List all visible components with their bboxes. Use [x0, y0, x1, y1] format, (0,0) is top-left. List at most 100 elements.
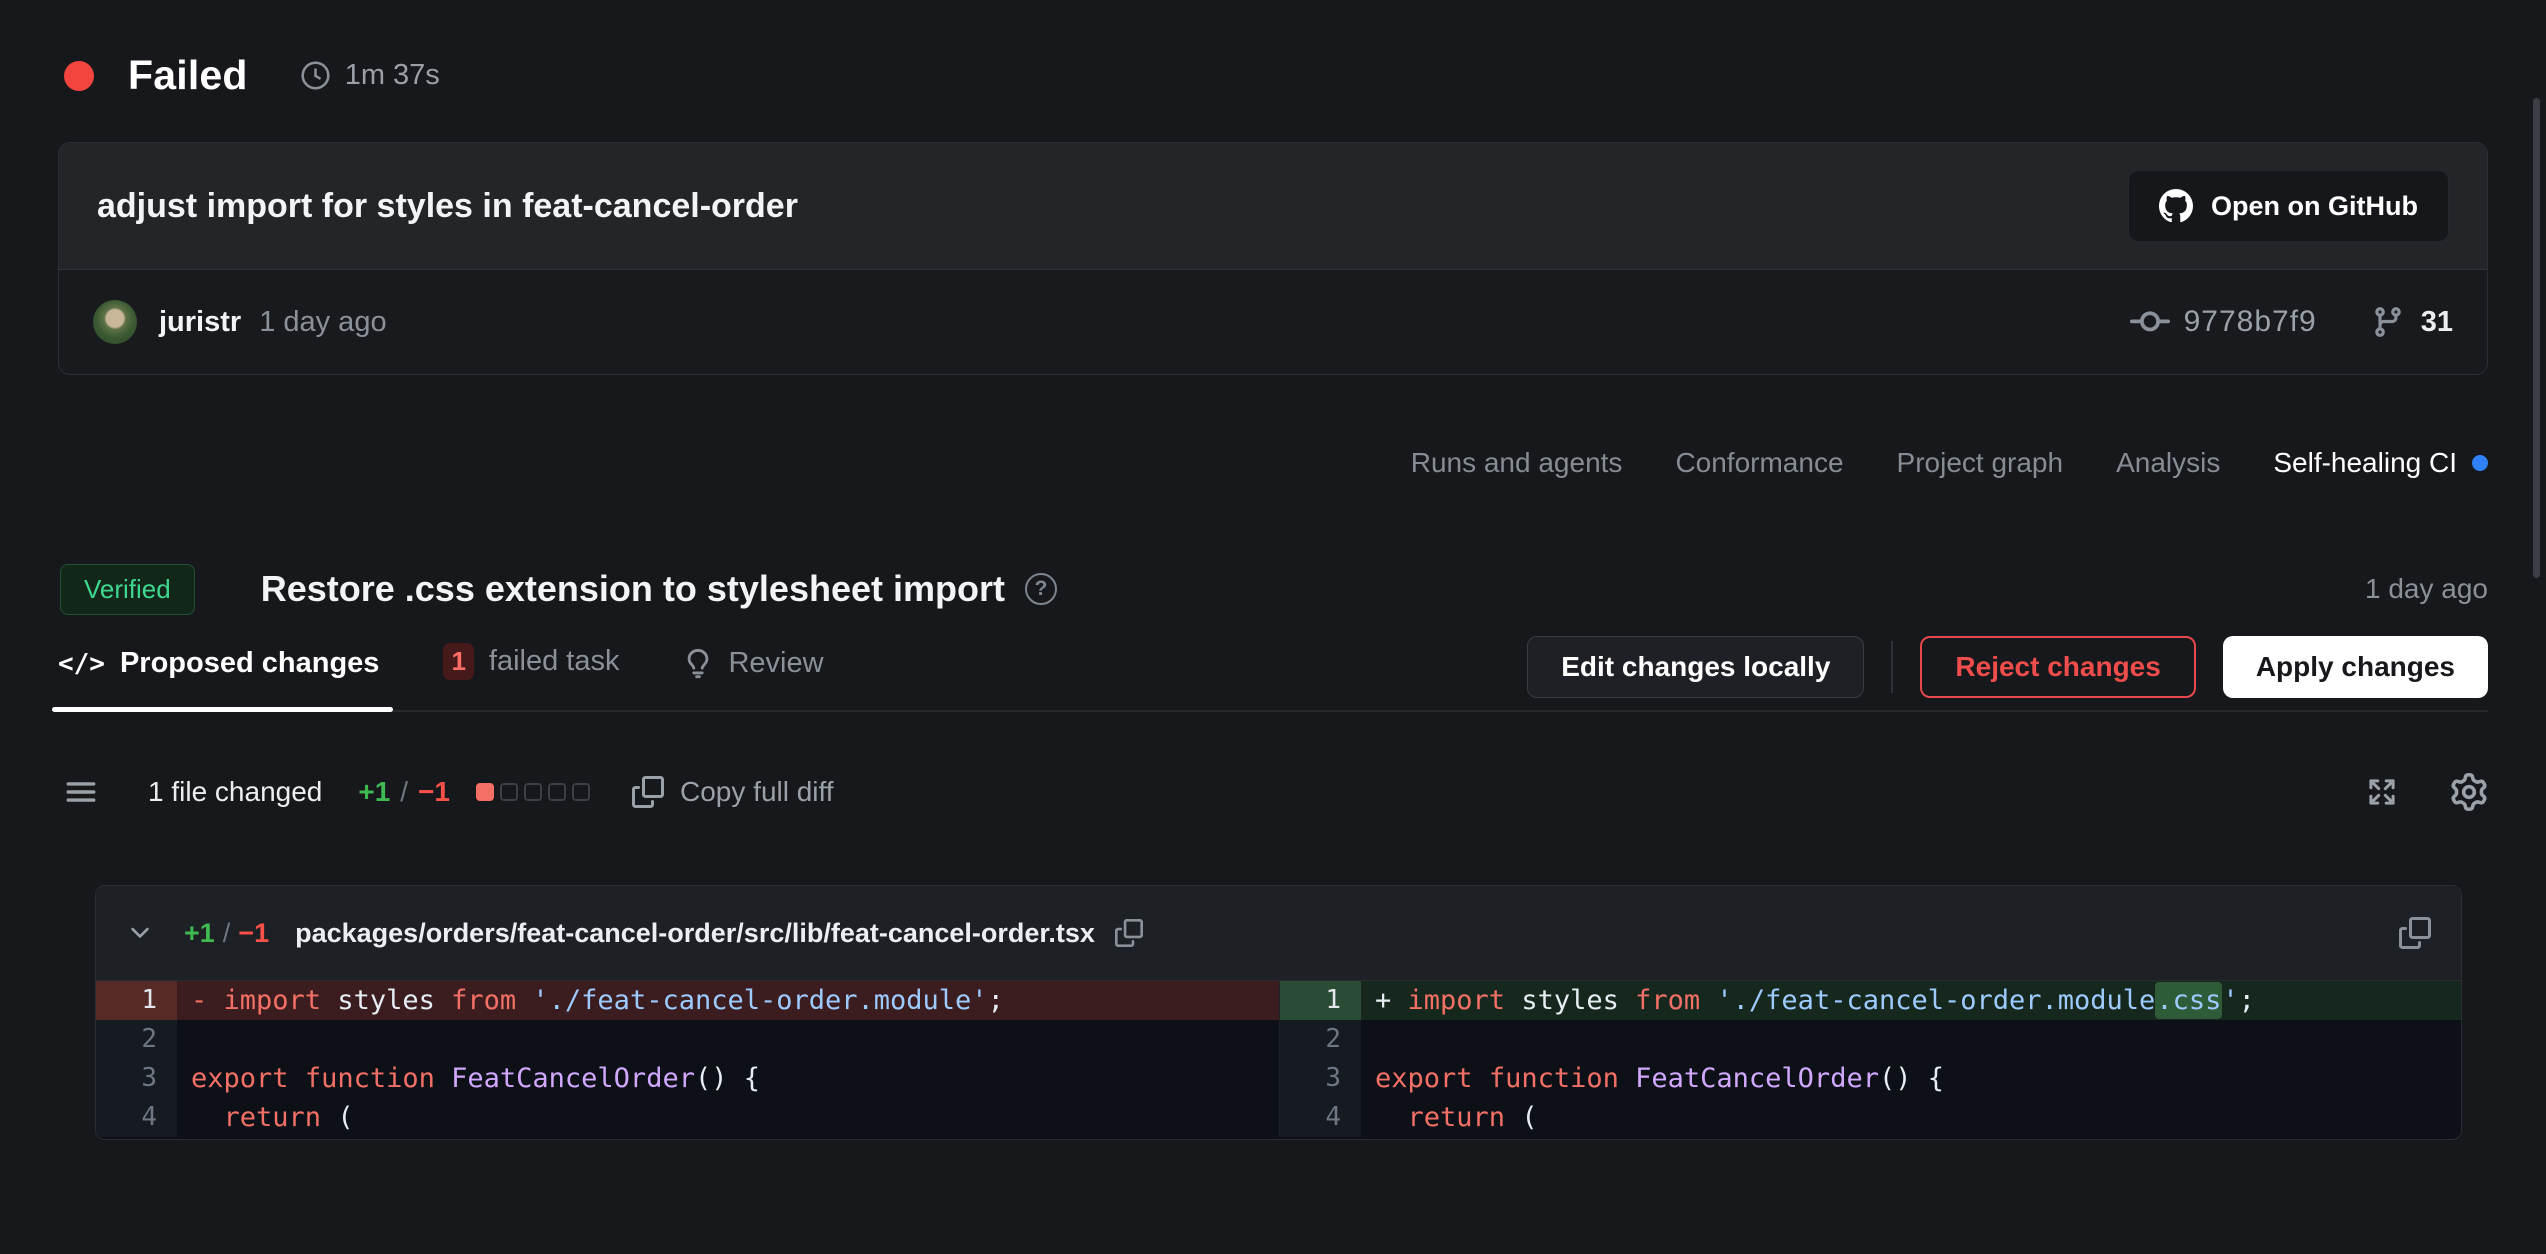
- commit-card-header: adjust import for styles in feat-cancel-…: [59, 143, 2487, 270]
- diff-line: 4 return (: [1280, 1098, 2461, 1137]
- file-slash: /: [223, 918, 231, 949]
- open-on-github-label: Open on GitHub: [2211, 191, 2418, 222]
- settings-gear-icon[interactable]: [2450, 773, 2488, 811]
- commit-time-ago: 1 day ago: [259, 306, 386, 339]
- diffstat-squares: [476, 783, 590, 801]
- branch-count[interactable]: 31: [2421, 306, 2453, 339]
- diff-file-panel: +1 / −1 packages/orders/feat-cancel-orde…: [95, 885, 2462, 1140]
- diffstat-square: [500, 783, 518, 801]
- line-number: 2: [96, 1020, 177, 1059]
- diff-pane-old: 1- import styles from './feat-cancel-ord…: [96, 981, 1279, 1137]
- commit-hash[interactable]: 9778b7f9: [2184, 305, 2317, 339]
- lightbulb-icon: [683, 649, 713, 679]
- diffstat-square: [476, 783, 494, 801]
- notification-dot-icon: [2472, 455, 2488, 471]
- diff-line: 2: [1280, 1020, 2461, 1059]
- code-text: return (: [1361, 1098, 2461, 1137]
- code-text: export function FeatCancelOrder() {: [177, 1059, 1279, 1098]
- clipboard-icon: [632, 776, 664, 808]
- diff-line: 4 return (: [96, 1098, 1279, 1137]
- failed-count-badge: 1: [443, 643, 473, 680]
- diff-line: 3export function FeatCancelOrder() {: [96, 1059, 1279, 1098]
- code-text: [1361, 1020, 2461, 1059]
- scrollbar-thumb[interactable]: [2533, 98, 2540, 578]
- line-number: 4: [1280, 1098, 1361, 1137]
- chevron-down-icon[interactable]: [126, 919, 154, 947]
- avatar: [93, 300, 137, 344]
- file-deletions: −1: [238, 918, 269, 949]
- additions-count: +1: [358, 776, 390, 808]
- diff-toolbar: 1 file changed +1 / −1 Copy full diff: [64, 766, 2488, 818]
- run-status-row: Failed 1m 37s: [64, 52, 440, 99]
- fix-title: Restore .css extension to stylesheet imp…: [261, 568, 1005, 610]
- tabs-row: </> Proposed changes 1 failed task Revie…: [58, 636, 2488, 712]
- reject-changes-button[interactable]: Reject changes: [1920, 636, 2195, 698]
- clock-icon: [300, 60, 331, 91]
- line-number: 4: [96, 1098, 177, 1137]
- fix-time-ago: 1 day ago: [2365, 573, 2488, 605]
- github-icon: [2159, 189, 2193, 223]
- tab-failed-task[interactable]: 1 failed task: [443, 643, 619, 710]
- actions-divider: [1891, 641, 1893, 693]
- verified-badge: Verified: [60, 564, 195, 615]
- diffstat-square: [548, 783, 566, 801]
- diffstat-square: [572, 783, 590, 801]
- diffstat-square: [524, 783, 542, 801]
- code-icon: </>: [58, 649, 105, 679]
- status-failed-dot-icon: [64, 61, 94, 91]
- tab-label: failed task: [489, 645, 620, 678]
- git-branch-icon: [2371, 305, 2405, 339]
- commit-card-meta: juristr 1 day ago 9778b7f9 31: [59, 270, 2487, 374]
- open-on-github-button[interactable]: Open on GitHub: [2128, 170, 2449, 242]
- run-status-label: Failed: [128, 52, 248, 99]
- nav-item-analysis[interactable]: Analysis: [2116, 447, 2220, 479]
- files-changed-label: 1 file changed: [148, 776, 322, 808]
- slash-separator: /: [400, 776, 408, 808]
- nav-item-self-healing-ci[interactable]: Self-healing CI: [2273, 447, 2488, 479]
- line-number: 1: [96, 981, 177, 1020]
- fix-header: Verified Restore .css extension to style…: [60, 558, 2488, 620]
- diff-line: 1- import styles from './feat-cancel-ord…: [96, 981, 1279, 1020]
- apply-changes-button[interactable]: Apply changes: [2223, 636, 2488, 698]
- copy-full-diff-button[interactable]: Copy full diff: [632, 776, 834, 808]
- commit-title: adjust import for styles in feat-cancel-…: [97, 187, 798, 226]
- file-list-menu-icon[interactable]: [64, 775, 98, 809]
- file-additions: +1: [184, 918, 215, 949]
- line-number: 3: [96, 1059, 177, 1098]
- diff-line: 2: [96, 1020, 1279, 1059]
- diff-tool-icons: [2364, 773, 2488, 811]
- nav-item-runs-and-agents[interactable]: Runs and agents: [1411, 447, 1623, 479]
- code-text: return (: [177, 1098, 1279, 1137]
- nav-item-conformance[interactable]: Conformance: [1675, 447, 1843, 479]
- help-icon[interactable]: ?: [1025, 573, 1057, 605]
- copy-path-button[interactable]: [1115, 919, 1143, 947]
- nav-item-project-graph[interactable]: Project graph: [1897, 447, 2064, 479]
- diff-file-header: +1 / −1 packages/orders/feat-cancel-orde…: [96, 886, 2461, 981]
- copy-full-diff-label: Copy full diff: [680, 776, 834, 808]
- commit-card: adjust import for styles in feat-cancel-…: [58, 142, 2488, 375]
- nav-item-label: Self-healing CI: [2273, 447, 2457, 479]
- code-text: - import styles from './feat-cancel-orde…: [177, 981, 1279, 1020]
- tab-review[interactable]: Review: [683, 647, 823, 710]
- copy-icon: [1115, 919, 1143, 947]
- line-number: 3: [1280, 1059, 1361, 1098]
- tab-label: Proposed changes: [120, 647, 379, 680]
- line-number: 1: [1280, 981, 1361, 1020]
- code-text: + import styles from './feat-cancel-orde…: [1361, 981, 2461, 1020]
- run-duration: 1m 37s: [345, 59, 440, 92]
- edit-changes-locally-button[interactable]: Edit changes locally: [1527, 636, 1864, 698]
- diff-line: 1+ import styles from './feat-cancel-ord…: [1280, 981, 2461, 1020]
- file-path: packages/orders/feat-cancel-order/src/li…: [295, 918, 1095, 949]
- copy-file-diff-button[interactable]: [2399, 917, 2431, 949]
- top-nav: Runs and agents Conformance Project grap…: [1411, 447, 2488, 479]
- tab-proposed-changes[interactable]: </> Proposed changes: [58, 647, 379, 710]
- commit-icon: [2130, 302, 2170, 342]
- tab-label: Review: [728, 647, 823, 680]
- diff-split-view: 1- import styles from './feat-cancel-ord…: [96, 981, 2461, 1139]
- clipboard-icon: [2399, 917, 2431, 949]
- line-number: 2: [1280, 1020, 1361, 1059]
- app-window: Failed 1m 37s adjust import for styles i…: [0, 0, 2546, 1254]
- fix-actions: Edit changes locally Reject changes Appl…: [1527, 636, 2488, 698]
- diff-pane-new: 1+ import styles from './feat-cancel-ord…: [1279, 981, 2461, 1137]
- expand-fullscreen-icon[interactable]: [2364, 774, 2400, 810]
